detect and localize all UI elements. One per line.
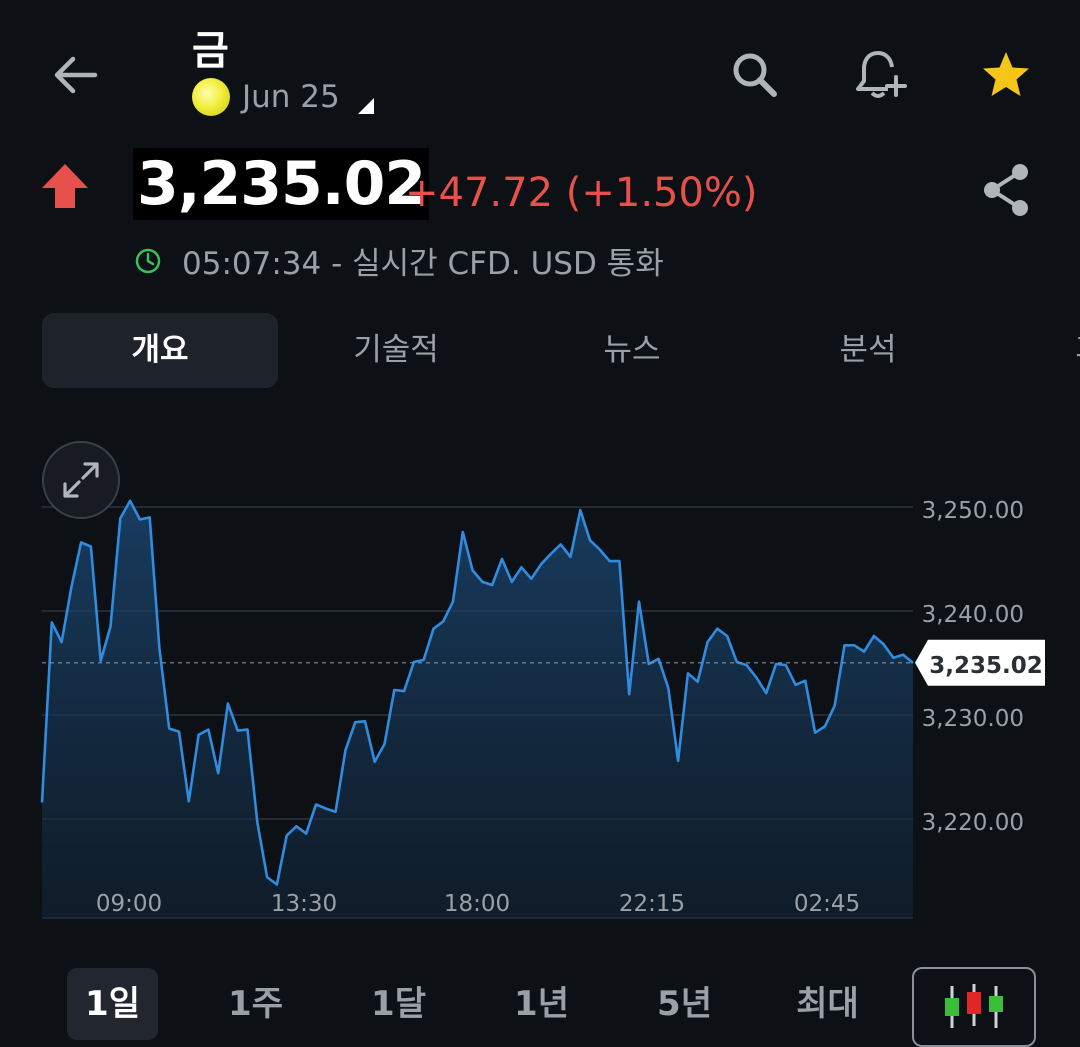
expand-chart-button[interactable] [42,441,120,519]
search-button[interactable] [720,40,790,110]
range-5y[interactable]: 5년 [639,968,730,1040]
gold-coin-icon [192,78,230,116]
expand-icon [63,462,99,498]
x-tick-label: 09:00 [96,891,162,917]
time-range-selector: 1일 1주 1달 1년 5년 최대 [40,965,1040,1040]
quote-time-text: 05:07:34 - 실시간 CFD. USD 통화 [182,246,664,282]
y-tick-label: 3,230.00 [922,706,1024,732]
x-tick-label: 13:30 [271,891,337,917]
star-icon [983,52,1029,96]
favorite-button[interactable] [970,40,1042,110]
y-tick-label: 3,250.00 [922,498,1024,524]
back-button[interactable] [40,40,110,110]
y-tick-label: 3,220.00 [922,810,1024,836]
price-area [42,500,913,918]
tab-history[interactable]: 과거 [986,313,1080,388]
current-price-label: 3,235.02 [929,653,1043,679]
search-icon [733,53,777,97]
chart-type-button[interactable] [912,967,1036,1047]
x-tick-label: 18:00 [444,891,510,917]
instrument-title: 금 [192,28,229,74]
price-up-arrow-icon [40,162,90,210]
contract-selector[interactable]: Jun 25 [192,78,374,116]
tab-technical[interactable]: 기술적 [278,313,514,388]
section-tabs: 개요 기술적 뉴스 분석 과거 [42,313,1080,388]
tab-analysis[interactable]: 분석 [750,313,986,388]
add-alert-bell-icon [856,51,907,98]
share-icon [984,164,1028,216]
y-tick-label: 3,240.00 [922,602,1024,628]
tab-overview[interactable]: 개요 [42,313,278,388]
range-max[interactable]: 최대 [782,968,873,1040]
price-chart[interactable]: 3,250.00 3,240.00 3,230.00 3,220.00 3,235.02… [0,430,1080,930]
x-tick-label: 02:45 [794,891,860,917]
candlestick-icon [945,984,1003,1028]
x-tick-label: 22:15 [619,891,685,917]
last-price: 3,235.02 [133,148,430,220]
quote-time-info: 05:07:34 - 실시간 CFD. USD 통화 [134,238,664,283]
clock-icon [135,248,161,273]
dropdown-caret-icon [357,98,374,114]
price-change: +47.72 (+1.50%) [405,170,758,216]
range-1d[interactable]: 1일 [67,968,158,1040]
expiry-label: Jun 25 [242,79,340,115]
range-1m[interactable]: 1달 [353,968,444,1040]
range-1y[interactable]: 1년 [496,968,587,1040]
share-button[interactable] [972,155,1040,225]
add-alert-button[interactable] [843,40,917,110]
tab-news[interactable]: 뉴스 [514,313,750,388]
arrow-left-icon [54,56,98,94]
range-1w[interactable]: 1주 [210,968,301,1040]
